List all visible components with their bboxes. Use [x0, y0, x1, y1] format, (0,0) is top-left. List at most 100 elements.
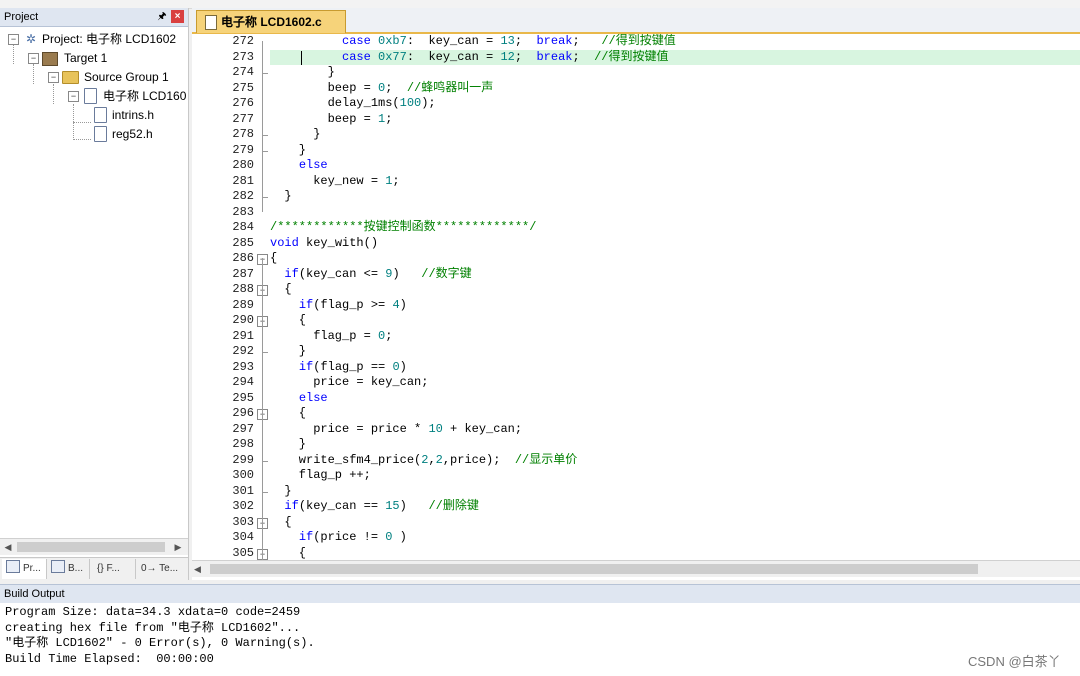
code-line[interactable]: {: [270, 313, 306, 329]
build-output-title: Build Output: [4, 588, 65, 600]
fold-end-tick: [262, 460, 268, 462]
code-line[interactable]: write_sfm4_price(2,2,price); //显示单价: [270, 453, 577, 469]
line-number: 286: [232, 251, 254, 265]
code-line[interactable]: if(flag_p >= 4): [270, 298, 407, 314]
tree-item-label: Target 1: [64, 51, 108, 65]
fold-end-tick: [262, 135, 268, 136]
line-number: 300: [232, 468, 254, 482]
tab-templates[interactable]: 0→ Te...: [139, 559, 186, 579]
code-line[interactable]: void key_with(): [270, 236, 378, 252]
code-line[interactable]: beep = 1;: [270, 112, 393, 128]
code-line[interactable]: if(key_can == 15) //删除键: [270, 499, 478, 515]
editor-tab-bar: 电子称 LCD1602.c: [192, 8, 1080, 34]
scroll-right-icon[interactable]: ▶: [170, 539, 186, 555]
line-number: 274: [232, 65, 254, 79]
line-number: 272: [232, 34, 254, 48]
tree-item-header-file[interactable]: reg52.h: [90, 125, 188, 143]
collapse-icon[interactable]: −: [48, 72, 59, 83]
code-line[interactable]: {: [270, 406, 306, 422]
code-line[interactable]: case 0x77: key_can = 12; break; //得到按键值: [270, 49, 1080, 65]
code-editor: 电子称 LCD1602.c 272 273 274 275 276 277 278 279 28…: [192, 8, 1080, 580]
code-line[interactable]: if(key_can <= 9) //数字键: [270, 267, 471, 283]
line-number: 289: [232, 297, 254, 312]
output-line: creating hex file from "电子称 LCD1602"...: [5, 620, 301, 635]
code-line[interactable]: /************按键控制函数*************/: [270, 220, 536, 236]
code-line[interactable]: delay_1ms(100);: [270, 96, 436, 112]
pin-icon[interactable]: 🖈: [155, 9, 169, 25]
tree-item-target[interactable]: − Target 1: [26, 49, 188, 67]
scroll-left-icon[interactable]: ◀: [194, 561, 208, 577]
code-line[interactable]: {: [270, 515, 291, 531]
code-line[interactable]: }: [270, 484, 291, 500]
code-line[interactable]: if(flag_p == 0): [270, 360, 407, 376]
close-icon[interactable]: ×: [171, 10, 184, 23]
tree-item-label: Project: 电子称 LCD1602: [42, 32, 177, 46]
project-horizontal-scrollbar[interactable]: ◀ ▶: [0, 538, 188, 555]
tab-books[interactable]: B...: [47, 559, 90, 579]
line-number: 285: [232, 235, 254, 250]
code-line[interactable]: }: [270, 127, 320, 143]
code-line[interactable]: flag_p ++;: [270, 468, 371, 484]
tree-item-project[interactable]: − ✲ Project: 电子称 LCD1602: [6, 30, 188, 48]
line-number: 303: [232, 514, 254, 529]
code-area[interactable]: case 0xb7: key_can = 13; break; //得到按键值 …: [270, 34, 1080, 560]
code-line[interactable]: price = price * 10 + key_can;: [270, 422, 522, 438]
code-line[interactable]: flag_p = 0;: [270, 329, 392, 345]
code-line[interactable]: else: [270, 158, 328, 174]
line-number: 291: [232, 328, 254, 343]
output-line: Build Time Elapsed: 00:00:00: [5, 651, 214, 666]
line-number-gutter: 272 273 274 275 276 277 278 279 280 281 282 283 284 2…: [192, 34, 270, 568]
code-line[interactable]: }: [270, 437, 306, 453]
scrollbar-thumb[interactable]: [17, 542, 165, 552]
tree-item-source-file[interactable]: − 电子称 LCD160: [66, 87, 188, 105]
collapse-icon[interactable]: −: [28, 53, 39, 64]
target-icon: [42, 52, 58, 66]
code-line[interactable]: {: [270, 282, 291, 298]
line-number: 290: [232, 313, 254, 327]
line-number: 294: [232, 375, 254, 389]
code-line[interactable]: }: [270, 65, 335, 81]
code-line[interactable]: }: [270, 189, 291, 205]
code-line[interactable]: else: [270, 391, 328, 407]
tab-functions[interactable]: {} F...: [93, 559, 136, 579]
watermark: CSDN @白茶丫: [968, 654, 1061, 669]
line-number: 283: [232, 204, 254, 219]
line-number: 293: [232, 359, 254, 374]
code-line[interactable]: key_new = 1;: [270, 174, 399, 190]
collapse-icon[interactable]: −: [68, 91, 79, 102]
output-line: Program Size: data=34.3 xdata=0 code=245…: [5, 605, 301, 619]
tree-connector: [73, 122, 91, 123]
output-line: "电子称 LCD1602" - 0 Error(s), 0 Warning(s)…: [5, 636, 315, 650]
line-number: 277: [232, 111, 254, 126]
project-tab-icon: [6, 560, 20, 573]
build-output-panel[interactable]: Program Size: data=34.3 xdata=0 code=245…: [0, 603, 1080, 676]
code-line[interactable]: price = key_can;: [270, 375, 428, 391]
code-line[interactable]: }: [270, 143, 306, 159]
scroll-left-icon[interactable]: ◀: [0, 539, 16, 555]
line-number: 282: [232, 189, 254, 203]
tree-item-source-group[interactable]: − Source Group 1: [46, 68, 188, 86]
editor-horizontal-scrollbar[interactable]: ◀: [192, 560, 1080, 577]
collapse-icon[interactable]: −: [8, 34, 19, 45]
tab-lcd1602-c[interactable]: 电子称 LCD1602.c: [196, 10, 346, 33]
scrollbar-thumb[interactable]: [210, 564, 978, 574]
project-panel: Project 🖈 × − ✲ Project: 电子称 LCD1602 − T…: [0, 8, 189, 581]
code-line[interactable]: }: [270, 344, 306, 360]
fold-guide: [262, 258, 263, 568]
tab-project[interactable]: Pr...: [2, 559, 47, 579]
code-line[interactable]: case 0xb7: key_can = 13; break; //得到按键值: [270, 34, 676, 50]
tree-item-label: intrins.h: [112, 108, 155, 122]
line-number: 295: [232, 390, 254, 405]
tab-label: B...: [68, 563, 84, 574]
code-line[interactable]: {: [270, 546, 306, 561]
line-number: 297: [232, 421, 254, 436]
tree-item-header-file[interactable]: intrins.h: [90, 106, 188, 124]
line-number: 299: [232, 452, 254, 467]
line-number: 278: [232, 127, 254, 141]
file-icon: [84, 88, 97, 104]
code-line[interactable]: if(price != 0 ): [270, 530, 407, 546]
tab-label: 电子称 LCD1602.c: [221, 15, 322, 29]
fold-end-tick: [262, 73, 268, 74]
code-line[interactable]: {: [270, 251, 277, 267]
code-line[interactable]: beep = 0; //蜂鸣器叫一声: [270, 81, 494, 97]
